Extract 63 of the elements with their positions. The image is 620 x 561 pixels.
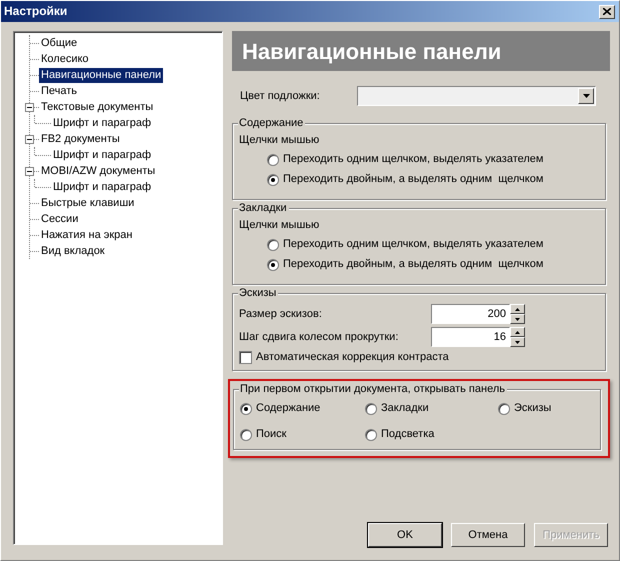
up-arrow-icon [515,330,520,334]
tree-item[interactable]: Общие [39,36,80,50]
tree-item[interactable]: MOBI/AZW документы [39,164,158,178]
dialog-button[interactable]: OK [368,523,442,547]
close-button[interactable] [599,4,615,18]
up-arrow-icon [515,308,520,310]
number-field[interactable]: 16 [431,327,510,347]
spin-up-button[interactable] [510,327,525,337]
radio-label[interactable]: Переходить одним щелчком, выделять указателем [283,238,544,251]
field-label: Размер эскизов: [239,308,323,320]
tree-item[interactable]: Печать [39,84,80,98]
radio-label[interactable]: Подсветка [381,428,434,441]
collapse-icon[interactable] [25,166,34,176]
radio-button[interactable] [267,258,279,270]
field-label: Шаг сдвига колесом прокрутки: [239,330,400,344]
tree-item[interactable]: Шрифт и параграф [51,180,154,194]
tree-item[interactable]: FB2 документы [39,132,122,146]
radio-label[interactable]: Переходить двойным, а выделять одним щелчком [283,258,544,271]
tree-item[interactable]: Шрифт и параграф [51,116,154,130]
tree-item[interactable]: Колесико [39,52,91,66]
down-arrow-icon [515,318,520,320]
group-title: При первом открытии документа, открывать панель [239,383,507,396]
down-arrow-icon [515,340,520,344]
collapse-icon[interactable] [25,134,34,144]
window-title: Настройки [4,5,68,18]
group-caption: Щелчки мышью [239,134,320,147]
radio-button[interactable] [267,154,279,166]
tree-item[interactable]: Быстрые клавиши [39,196,136,210]
collapse-icon[interactable] [25,102,34,112]
tree-item[interactable]: Шрифт и параграф [51,148,154,162]
checkbox-label[interactable]: Автоматическая коррекция контраста [256,351,449,364]
radio-label[interactable]: Эскизы [514,402,552,415]
radio-button[interactable] [498,402,510,414]
checkbox[interactable] [239,351,252,364]
tree-item[interactable]: Сессии [39,212,80,226]
radio-button[interactable] [240,402,252,414]
dialog-button[interactable]: Отмена [451,523,525,547]
number-field[interactable]: 200 [431,304,510,324]
radio-button[interactable] [365,428,377,440]
radio-label[interactable]: Закладки [381,402,429,415]
tree-item[interactable]: Нажатия на экран [39,228,134,242]
radio-label[interactable]: Переходить двойным, а выделять одним щелчком [283,173,544,186]
field-label: Цвет подложки: [240,90,321,102]
spin-down-button[interactable] [510,337,525,347]
radio-button[interactable] [267,238,279,250]
group-title: Закладки [238,202,289,215]
group-caption: Щелчки мышью [239,219,320,232]
radio-button[interactable] [267,174,279,186]
tree-item[interactable]: Вид вкладок [39,244,107,258]
spin-up-button[interactable] [510,304,525,314]
spin-down-button[interactable] [510,314,525,324]
group-title: Содержание [238,117,306,130]
caret-icon [582,94,590,98]
radio-label[interactable]: Переходить одним щелчком, выделять указателем [283,153,544,166]
color-dropdown[interactable] [357,86,596,106]
radio-label[interactable]: Поиск [256,428,286,441]
close-icon [603,8,611,15]
radio-label[interactable]: Содержание [256,402,320,415]
radio-button[interactable] [240,428,252,440]
radio-button[interactable] [365,402,377,414]
page-title: Навигационные панели [232,31,610,71]
tree-item[interactable]: Навигационные панели [39,68,164,82]
tree-item[interactable]: Текстовые документы [39,100,156,114]
